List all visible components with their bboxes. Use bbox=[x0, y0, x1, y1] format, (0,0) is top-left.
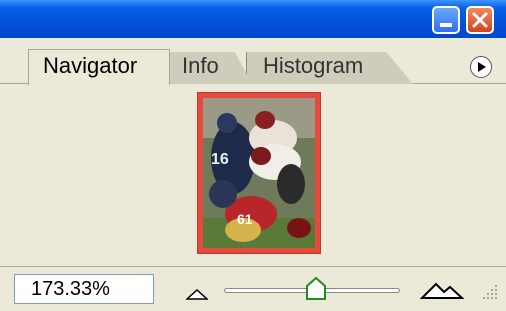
minimize-button[interactable] bbox=[432, 6, 460, 34]
play-arrow-icon bbox=[478, 62, 486, 72]
navigator-panel: Histogram Info Navigator 16 61 173.33% bbox=[0, 0, 506, 311]
image-thumbnail: 16 61 bbox=[203, 98, 315, 248]
minimize-icon bbox=[440, 23, 452, 27]
navigator-view-box[interactable]: 16 61 bbox=[197, 92, 321, 254]
tab-info[interactable]: Info bbox=[166, 52, 252, 84]
tab-histogram-label: Histogram bbox=[263, 53, 364, 78]
resize-grip-icon[interactable] bbox=[480, 282, 500, 302]
svg-text:16: 16 bbox=[211, 151, 229, 168]
tab-strip: Histogram Info Navigator bbox=[0, 38, 506, 85]
panel-menu-button[interactable] bbox=[470, 56, 492, 78]
small-mountain-icon[interactable] bbox=[186, 288, 208, 300]
close-button[interactable] bbox=[466, 6, 494, 34]
tab-info-label: Info bbox=[182, 53, 219, 78]
title-bar[interactable] bbox=[0, 0, 506, 38]
tab-navigator-label: Navigator bbox=[43, 53, 138, 78]
large-mountain-icon[interactable] bbox=[420, 280, 464, 300]
zoom-percentage-field[interactable]: 173.33% bbox=[14, 274, 154, 304]
tab-navigator[interactable]: Navigator bbox=[28, 49, 170, 85]
svg-text:61: 61 bbox=[237, 211, 253, 227]
close-icon bbox=[472, 12, 488, 28]
zoom-slider-thumb[interactable] bbox=[305, 276, 327, 302]
tab-histogram[interactable]: Histogram bbox=[246, 52, 413, 84]
